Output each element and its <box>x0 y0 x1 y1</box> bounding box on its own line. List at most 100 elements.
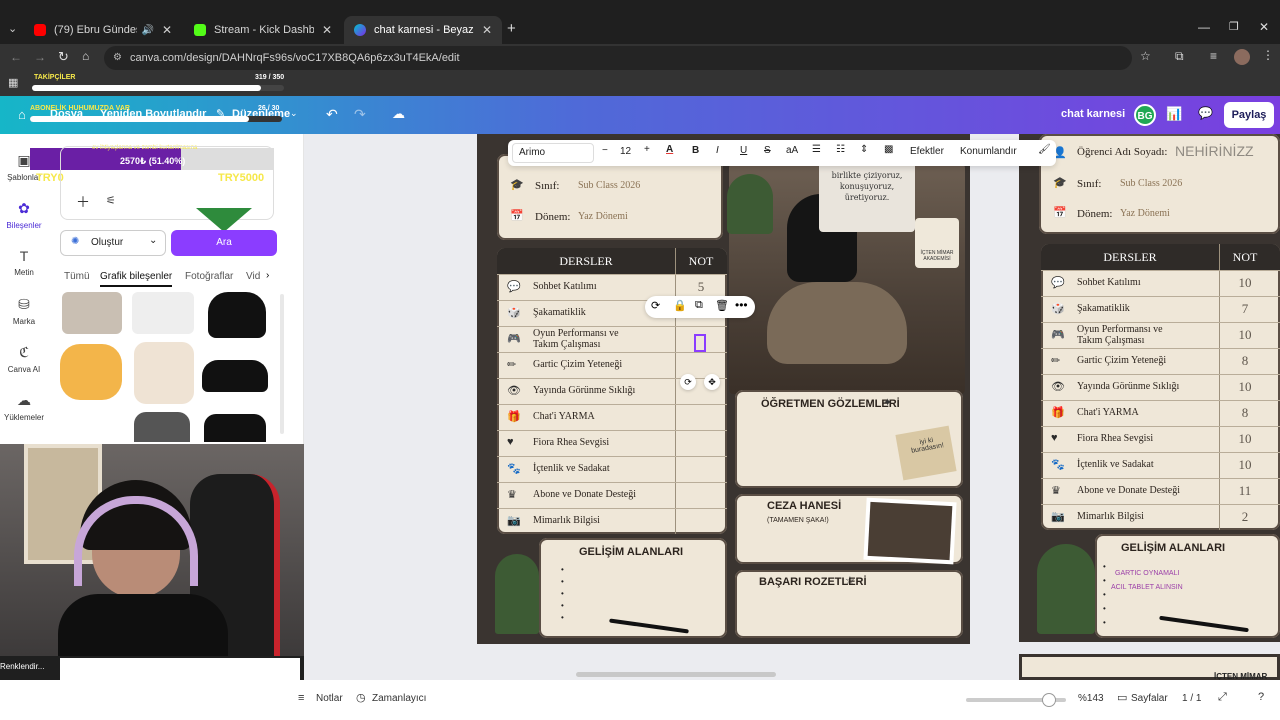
grade-value[interactable]: 10 <box>1219 275 1271 291</box>
report-card-right[interactable]: 👤 Öğrenci Adı Soyadı: NEHİRİNİZZ 🎓 Sınıf… <box>1019 134 1280 642</box>
list-icon[interactable]: ☷ <box>836 144 845 155</box>
zoom-slider[interactable] <box>966 693 1066 707</box>
align-icon[interactable]: ☰ <box>812 144 821 155</box>
spacing-icon[interactable]: ⇕ <box>860 144 868 155</box>
grade-value[interactable]: 2 <box>1219 509 1271 525</box>
new-tab-button[interactable]: + <box>507 20 516 37</box>
chevron-right-icon[interactable]: › <box>266 270 269 281</box>
media-icon[interactable]: ≡ <box>1210 49 1217 63</box>
selected-text-box[interactable] <box>694 334 706 352</box>
grade-value[interactable]: 10 <box>1219 457 1271 473</box>
menu-icon[interactable]: ⋮ <box>1262 48 1274 62</box>
pages-icon[interactable]: ▭ <box>1117 691 1127 704</box>
rail-text[interactable]: T Metin <box>0 248 48 277</box>
filter-icon[interactable]: ⚟ <box>106 194 116 207</box>
extensions-icon[interactable]: ⧉ <box>1175 49 1184 64</box>
reload-icon[interactable]: ↻ <box>58 49 69 65</box>
font-size-decrease[interactable]: − <box>602 145 608 156</box>
underline-icon[interactable]: U <box>740 145 747 156</box>
avatar[interactable]: BG <box>1134 104 1156 126</box>
fullscreen-icon[interactable]: ⤢ <box>1218 691 1227 704</box>
tab-videos[interactable]: Vid <box>246 271 260 282</box>
restore-button[interactable]: ❐ <box>1229 20 1239 33</box>
horizontal-scrollbar[interactable] <box>576 672 776 677</box>
grade-value[interactable]: 10 <box>1219 379 1271 395</box>
graphic-thumb[interactable] <box>132 292 194 334</box>
close-tab-icon[interactable]: ✕ <box>322 23 332 37</box>
font-size-increase[interactable]: + <box>644 144 650 155</box>
close-tab-icon[interactable]: ✕ <box>482 23 492 37</box>
move-handle-icon[interactable]: ✥ <box>704 374 720 390</box>
timer-icon[interactable]: ◷ <box>356 691 366 704</box>
zoom-value[interactable]: %143 <box>1078 693 1104 704</box>
chevron-down-icon[interactable]: ⌄ <box>149 235 157 246</box>
scrollbar[interactable] <box>280 294 284 434</box>
notes-button[interactable]: Notlar <box>316 693 343 704</box>
lock-icon[interactable]: 🔒 <box>673 299 687 312</box>
graphic-thumb[interactable] <box>208 292 266 338</box>
paint-format-icon[interactable]: 🖌 <box>1038 144 1051 155</box>
graphic-thumb[interactable] <box>204 414 266 442</box>
grade-value[interactable]: 5 <box>675 279 727 295</box>
undo-icon[interactable]: ↶ <box>326 106 338 123</box>
grade-value[interactable]: 10 <box>1219 431 1271 447</box>
graphic-thumb[interactable] <box>134 412 190 442</box>
transparency-icon[interactable]: ▩ <box>884 144 893 155</box>
rail-elements[interactable]: ✿ Bileşenler <box>0 200 48 230</box>
more-icon[interactable]: ••• <box>735 298 748 312</box>
strikethrough-icon[interactable]: S <box>764 145 771 156</box>
rail-brand[interactable]: ⛁ Marka <box>0 296 48 326</box>
rail-recolor[interactable]: Renklendir... <box>0 662 44 671</box>
grade-value[interactable]: 7 <box>1219 301 1271 317</box>
help-icon[interactable]: ? <box>1258 691 1264 703</box>
letter-case-icon[interactable]: aA <box>786 145 798 156</box>
tab-list-button[interactable]: ⌄ <box>8 22 17 35</box>
graphic-thumb[interactable] <box>62 292 122 334</box>
pages-button[interactable]: Sayfalar <box>1131 693 1168 704</box>
rail-canva-ai[interactable]: ℭ Canva AI <box>0 344 48 374</box>
chevron-down-icon[interactable]: ⌄ <box>290 108 298 119</box>
graphic-thumb[interactable] <box>202 360 268 392</box>
bold-icon[interactable]: B <box>692 145 699 156</box>
tab-graphics[interactable]: Grafik bileşenler <box>100 271 173 287</box>
tab-kick[interactable]: Stream - Kick Dashboard ✕ <box>184 16 342 44</box>
position-button[interactable]: Konumlandır <box>960 146 1017 157</box>
notes-icon[interactable]: ≡ <box>298 692 304 704</box>
italic-icon[interactable]: I <box>716 145 719 156</box>
doc-title[interactable]: chat karnesi <box>1061 108 1125 120</box>
graphic-thumb[interactable] <box>60 344 122 400</box>
speaker-icon[interactable]: 🔊 <box>141 25 153 36</box>
insights-icon[interactable]: 📊 <box>1166 106 1182 122</box>
delete-icon[interactable]: 🗑 <box>715 299 729 312</box>
timer-button[interactable]: Zamanlayıcı <box>372 693 426 704</box>
tab-canva[interactable]: chat karnesi - Beyaz Tahta ✕ <box>344 16 502 44</box>
comment-icon[interactable]: 💬 <box>1198 106 1213 120</box>
effects-button[interactable]: Efektler <box>910 146 944 157</box>
profile-avatar[interactable] <box>1234 49 1250 65</box>
rail-uploads[interactable]: ☁ Yüklemeler <box>0 392 48 422</box>
grade-value[interactable]: 8 <box>1219 353 1271 369</box>
ai-rewrite-icon[interactable]: ⟳ <box>651 299 660 312</box>
redo-icon[interactable]: ↷ <box>354 106 366 123</box>
text-color-icon[interactable]: A <box>666 144 673 155</box>
share-button[interactable]: Paylaş <box>1224 102 1274 128</box>
add-icon[interactable]: ＋ <box>76 192 90 212</box>
bookmark-star-icon[interactable]: ☆ <box>1140 49 1151 63</box>
tab-photos[interactable]: Fotoğraflar <box>185 271 233 282</box>
url-input[interactable]: ⚙ canva.com/design/DAHNrqFs96s/voC17XB8Q… <box>104 46 1132 70</box>
tab-youtube[interactable]: (79) Ebru Gündeş - Fırtınalar 🔊 ✕ <box>24 16 182 44</box>
apps-grid-icon[interactable]: ▦ <box>8 76 18 89</box>
duplicate-icon[interactable]: ⧉ <box>695 299 703 312</box>
forward-icon[interactable]: → <box>34 50 46 64</box>
grade-value[interactable]: 10 <box>1219 327 1271 343</box>
report-card-left[interactable]: 🎓 Sınıf: Sub Class 2026 📅 Dönem: Yaz Dön… <box>477 134 970 644</box>
create-button[interactable]: ✺ Oluştur ⌄ <box>60 230 166 256</box>
close-window-button[interactable]: ✕ <box>1259 20 1269 34</box>
back-icon[interactable]: ← <box>10 50 22 64</box>
cloud-save-icon[interactable]: ☁ <box>392 106 405 122</box>
home-icon[interactable]: ⌂ <box>82 49 89 63</box>
graphic-thumb[interactable] <box>134 342 194 404</box>
close-tab-icon[interactable]: ✕ <box>162 23 172 37</box>
minimize-button[interactable]: — <box>1198 20 1210 34</box>
font-size-input[interactable]: 12 <box>620 146 631 157</box>
